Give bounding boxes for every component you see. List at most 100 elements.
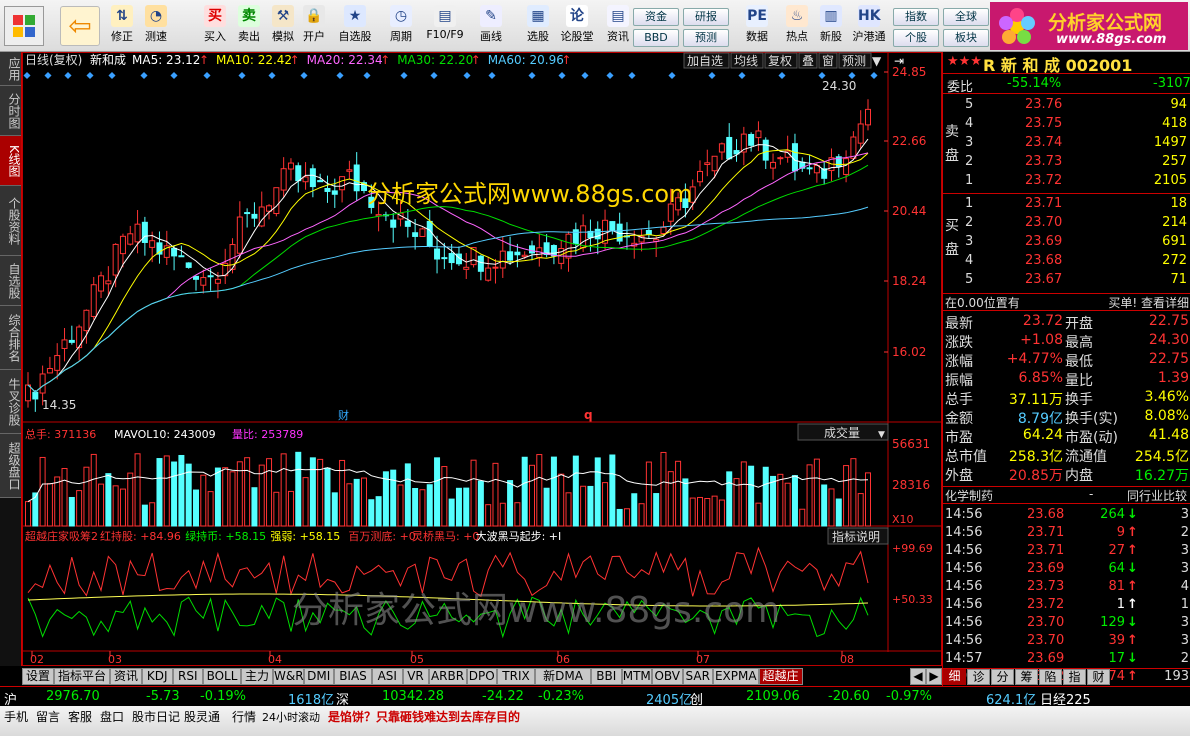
panel-tab-2[interactable]: 分: [991, 669, 1014, 685]
indicator-tab-19[interactable]: SAR: [682, 668, 713, 685]
indicator-tab-15[interactable]: 新DMA: [535, 668, 591, 685]
sell-level-row[interactable]: 3 23.74 1497: [943, 135, 1190, 153]
news-ticker[interactable]: 是馅饼？只靠砸钱难达到去库存目的: [328, 708, 520, 725]
pill-button-4[interactable]: 指数: [893, 8, 939, 26]
indicator-tab-6[interactable]: 主力: [241, 668, 273, 685]
indicator-tab-0[interactable]: 设置: [22, 668, 54, 685]
toolbar-button-6[interactable]: ★ 自选股: [334, 3, 376, 49]
panel-tab-3[interactable]: 筹: [1015, 669, 1038, 685]
status-item-7[interactable]: 24小时滚动: [262, 709, 320, 725]
status-item-4[interactable]: 股市日记: [132, 708, 180, 725]
toolbar-button-4[interactable]: ⚒ 模拟: [266, 3, 300, 49]
toolbar-button-8[interactable]: ▤ F10/F9: [424, 3, 466, 49]
panel-tab-4[interactable]: 陷: [1039, 669, 1062, 685]
left-tab-6[interactable]: 牛叉诊股: [0, 370, 21, 434]
toolbar-button-1[interactable]: ◔ 测速: [139, 3, 173, 49]
weibi-diff: -3107: [1153, 76, 1190, 91]
industry-label[interactable]: 化学制药: [945, 487, 993, 504]
status-item-1[interactable]: 留言: [36, 708, 60, 725]
candles[interactable]: [25, 99, 871, 412]
indicator-tab-14[interactable]: TRIX: [497, 668, 535, 685]
finance-marker[interactable]: 财: [338, 408, 349, 422]
indicator-tab-11[interactable]: VR: [402, 668, 429, 685]
indicator-tab-4[interactable]: RSI: [172, 668, 203, 685]
indicator-tab-5[interactable]: BOLL: [203, 668, 241, 685]
toolbar-button-9[interactable]: ✎ 画线: [470, 3, 512, 49]
indicator-tab-2[interactable]: 资讯: [110, 668, 142, 685]
indicator-tab-12[interactable]: ARBR: [428, 668, 467, 685]
indicator-tab-13[interactable]: DPO: [466, 668, 497, 685]
left-tab-0[interactable]: 应用: [0, 52, 21, 86]
buy-level-row[interactable]: 1 23.71 18: [943, 196, 1190, 214]
pill-button-7[interactable]: 板块: [943, 29, 989, 47]
status-item-2[interactable]: 客服: [68, 708, 92, 725]
pill-button-5[interactable]: 全球: [943, 8, 989, 26]
toolbar-button-5[interactable]: 🔒 开户: [297, 3, 331, 49]
status-item-5[interactable]: 股灵通: [184, 708, 220, 725]
chart-dropdown-icon[interactable]: ▼: [872, 54, 882, 68]
signal-diamond: [668, 71, 676, 80]
compare-button[interactable]: 同行业比较: [1127, 487, 1187, 504]
toolbar-button-2[interactable]: 买买入: [198, 3, 232, 49]
indicator-tab-17[interactable]: MTM: [621, 668, 652, 685]
indicator-tab-3[interactable]: KDJ: [142, 668, 173, 685]
volume-bar: [653, 493, 660, 527]
buy-detail-link[interactable]: 买单! 查看详细: [1108, 294, 1189, 311]
panel-tab-0[interactable]: 细: [943, 669, 966, 685]
buy-level-row[interactable]: 5 23.67 71: [943, 272, 1190, 290]
sell-level-row[interactable]: 1 23.72 2105: [943, 173, 1190, 191]
tab-scroll-right-icon[interactable]: ▶: [926, 668, 942, 685]
indicator-tab-21[interactable]: 超越庄: [758, 668, 803, 685]
pill-button-1[interactable]: 研报: [683, 8, 729, 26]
left-tab-5[interactable]: 综合排名: [0, 306, 21, 370]
left-tab-4[interactable]: 自选股: [0, 256, 21, 306]
pill-button-2[interactable]: BBD: [633, 29, 679, 47]
toolbar-button-11[interactable]: 论论股堂: [556, 3, 598, 49]
pill-button-3[interactable]: 预测: [683, 29, 729, 47]
toolbar-button-16[interactable]: HK 沪港通: [848, 3, 890, 49]
panel-tab-6[interactable]: 财: [1087, 669, 1110, 685]
back-arrow-icon[interactable]: ⇦: [60, 6, 100, 46]
left-tab-3[interactable]: 个股资料: [0, 186, 21, 256]
signal-diamond: [108, 71, 116, 80]
volume-bar: [119, 488, 126, 527]
indicator-tab-7[interactable]: W&R: [273, 668, 304, 685]
status-item-3[interactable]: 盘口: [100, 708, 124, 725]
sell-level-row[interactable]: 2 23.73 257: [943, 154, 1190, 172]
collapse-icon[interactable]: -: [1089, 487, 1093, 501]
buy-level-row[interactable]: 3 23.69 691: [943, 234, 1190, 252]
window-menu-icon[interactable]: [4, 6, 44, 46]
buy-level-row[interactable]: 2 23.70 214: [943, 215, 1190, 233]
toolbar-button-15[interactable]: ▥ 新股: [810, 3, 852, 49]
toolbar-button-10[interactable]: ▦ 选股: [517, 3, 559, 49]
sell-level-row[interactable]: 5 23.76 94: [943, 97, 1190, 115]
left-tab-2[interactable]: K线图: [0, 136, 21, 186]
q-marker[interactable]: q: [584, 408, 593, 422]
chart-area[interactable]: 日线(复权) 新和成 MA5: 23.12 ↑ MA10: 22.42 ↑ MA20: 22…: [22, 52, 942, 666]
status-item-6[interactable]: 行情: [232, 708, 256, 725]
pill-button-6[interactable]: 个股: [893, 29, 939, 47]
panel-tab-5[interactable]: 指: [1063, 669, 1086, 685]
toolbar-button-3[interactable]: 卖卖出: [232, 3, 266, 49]
toolbar-button-label: 开户: [303, 30, 325, 43]
toolbar-button-0[interactable]: ⇅ 修正: [105, 3, 139, 49]
indicator-tab-9[interactable]: BIAS: [334, 668, 372, 685]
indicator-tab-8[interactable]: DMI: [303, 668, 334, 685]
indicator-tab-1[interactable]: 指标平台: [54, 668, 110, 685]
toolbar-button-13[interactable]: PE 数据: [736, 3, 778, 49]
left-tab-1[interactable]: 分时图: [0, 86, 21, 136]
chart-svg[interactable]: 日线(复权) 新和成 MA5: 23.12↑ MA10: 22.42↑ MA20: 22…: [22, 52, 942, 666]
arrow-up-icon: ↑: [1127, 597, 1138, 612]
left-tab-7[interactable]: 超级盘口: [0, 434, 21, 498]
sell-level-row[interactable]: 4 23.75 418: [943, 116, 1190, 134]
status-item-0[interactable]: 手机: [4, 708, 28, 725]
buy-level-row[interactable]: 4 23.68 272: [943, 253, 1190, 271]
indicator-tab-18[interactable]: OBV: [652, 668, 683, 685]
indicator-tab-16[interactable]: BBI: [591, 668, 622, 685]
indicator-tab-20[interactable]: EXPMA: [713, 668, 759, 685]
toolbar-button-7[interactable]: ◷ 周期: [380, 3, 422, 49]
panel-tab-1[interactable]: 诊: [967, 669, 990, 685]
pill-button-0[interactable]: 资金: [633, 8, 679, 26]
tab-scroll-left-icon[interactable]: ◀: [910, 668, 926, 685]
indicator-tab-10[interactable]: ASI: [372, 668, 403, 685]
